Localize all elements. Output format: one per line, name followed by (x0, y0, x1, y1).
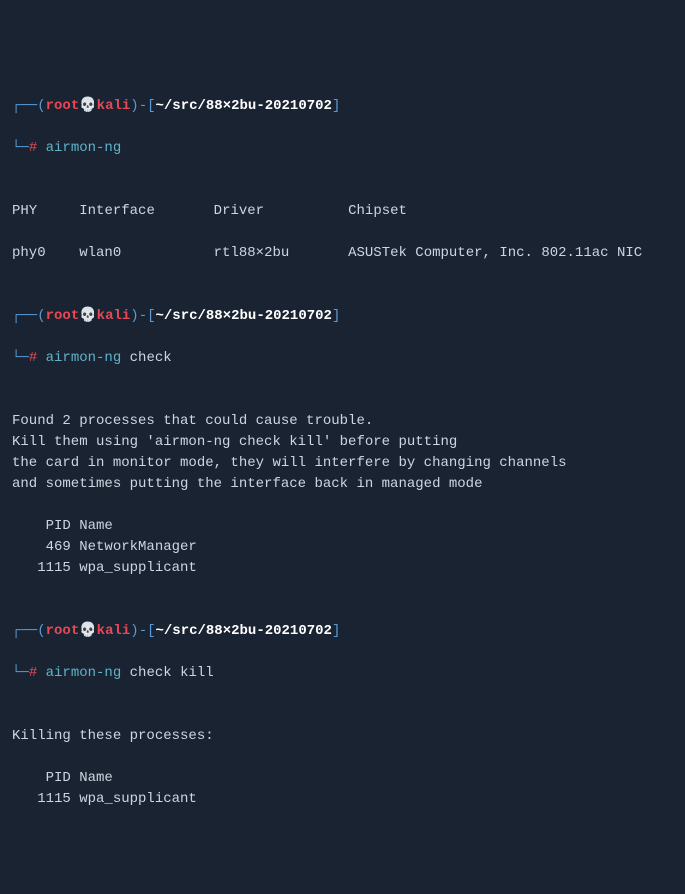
dash: - (139, 98, 147, 114)
col-chipset: Chipset (348, 203, 407, 219)
bracket-close: ] (332, 623, 340, 639)
val-interface: wlan0 (79, 245, 121, 261)
prompt-hash: # (29, 140, 37, 156)
corner-top-icon: ┌── (12, 98, 37, 114)
command-3: airmon-ng (46, 665, 122, 681)
bracket-open: [ (147, 308, 155, 324)
paren-close: ) (130, 308, 138, 324)
command-1: airmon-ng (46, 140, 122, 156)
corner-bottom-icon: └─ (12, 665, 29, 681)
dash: - (139, 623, 147, 639)
skull-icon: 💀 (79, 308, 96, 324)
prompt-path: ~/src/88×2bu-20210702 (156, 98, 332, 114)
prompt-user: root (46, 623, 80, 639)
command-3-args: check kill (130, 665, 214, 681)
output-line: Kill them using 'airmon-ng check kill' b… (12, 434, 457, 450)
prompt-path: ~/src/88×2bu-20210702 (156, 308, 332, 324)
corner-bottom-icon: └─ (12, 140, 29, 156)
prompt-host: kali (97, 308, 131, 324)
corner-top-icon: ┌── (12, 308, 37, 324)
prompt-host: kali (97, 98, 131, 114)
prompt-1-bottom[interactable]: └─# airmon-ng (12, 138, 673, 159)
prompt-3-bottom[interactable]: └─# airmon-ng check kill (12, 663, 673, 684)
prompt-2-bottom[interactable]: └─# airmon-ng check (12, 348, 673, 369)
val-phy: phy0 (12, 245, 46, 261)
col-driver: Driver (214, 203, 264, 219)
paren-open: ( (37, 308, 45, 324)
output-line: Killing these processes: (12, 728, 214, 744)
paren-close: ) (130, 623, 138, 639)
bracket-close: ] (332, 308, 340, 324)
prompt-host: kali (97, 623, 131, 639)
prompt-1-top: ┌──(root💀kali)-[~/src/88×2bu-20210702] (12, 96, 673, 117)
dash: - (139, 308, 147, 324)
paren-open: ( (37, 623, 45, 639)
process-row: 469 NetworkManager (12, 539, 197, 555)
prompt-path: ~/src/88×2bu-20210702 (156, 623, 332, 639)
val-driver: rtl88×2bu (214, 245, 290, 261)
col-interface: Interface (79, 203, 155, 219)
command-2-args: check (130, 350, 172, 366)
output-line: Found 2 processes that could cause troub… (12, 413, 373, 429)
table-header: PHY Interface Driver Chipset (12, 203, 407, 219)
process-row: 1115 wpa_supplicant (12, 791, 197, 807)
table-row: phy0 wlan0 rtl88×2bu ASUSTek Computer, I… (12, 245, 642, 261)
paren-open: ( (37, 98, 45, 114)
prompt-2-top: ┌──(root💀kali)-[~/src/88×2bu-20210702] (12, 306, 673, 327)
bracket-close: ] (332, 98, 340, 114)
prompt-user: root (46, 308, 80, 324)
output-line: the card in monitor mode, they will inte… (12, 455, 567, 471)
prompt-hash: # (29, 350, 37, 366)
corner-bottom-icon: └─ (12, 350, 29, 366)
paren-close: ) (130, 98, 138, 114)
skull-icon: 💀 (79, 623, 96, 639)
command-2: airmon-ng (46, 350, 122, 366)
skull-icon: 💀 (79, 98, 96, 114)
bracket-open: [ (147, 623, 155, 639)
process-row: 1115 wpa_supplicant (12, 560, 197, 576)
prompt-hash: # (29, 665, 37, 681)
val-chipset: ASUSTek Computer, Inc. 802.11ac NIC (348, 245, 642, 261)
prompt-user: root (46, 98, 80, 114)
process-header: PID Name (12, 518, 113, 534)
prompt-3-top: ┌──(root💀kali)-[~/src/88×2bu-20210702] (12, 621, 673, 642)
output-line: and sometimes putting the interface back… (12, 476, 482, 492)
col-phy: PHY (12, 203, 37, 219)
corner-top-icon: ┌── (12, 623, 37, 639)
bracket-open: [ (147, 98, 155, 114)
process-header: PID Name (12, 770, 113, 786)
